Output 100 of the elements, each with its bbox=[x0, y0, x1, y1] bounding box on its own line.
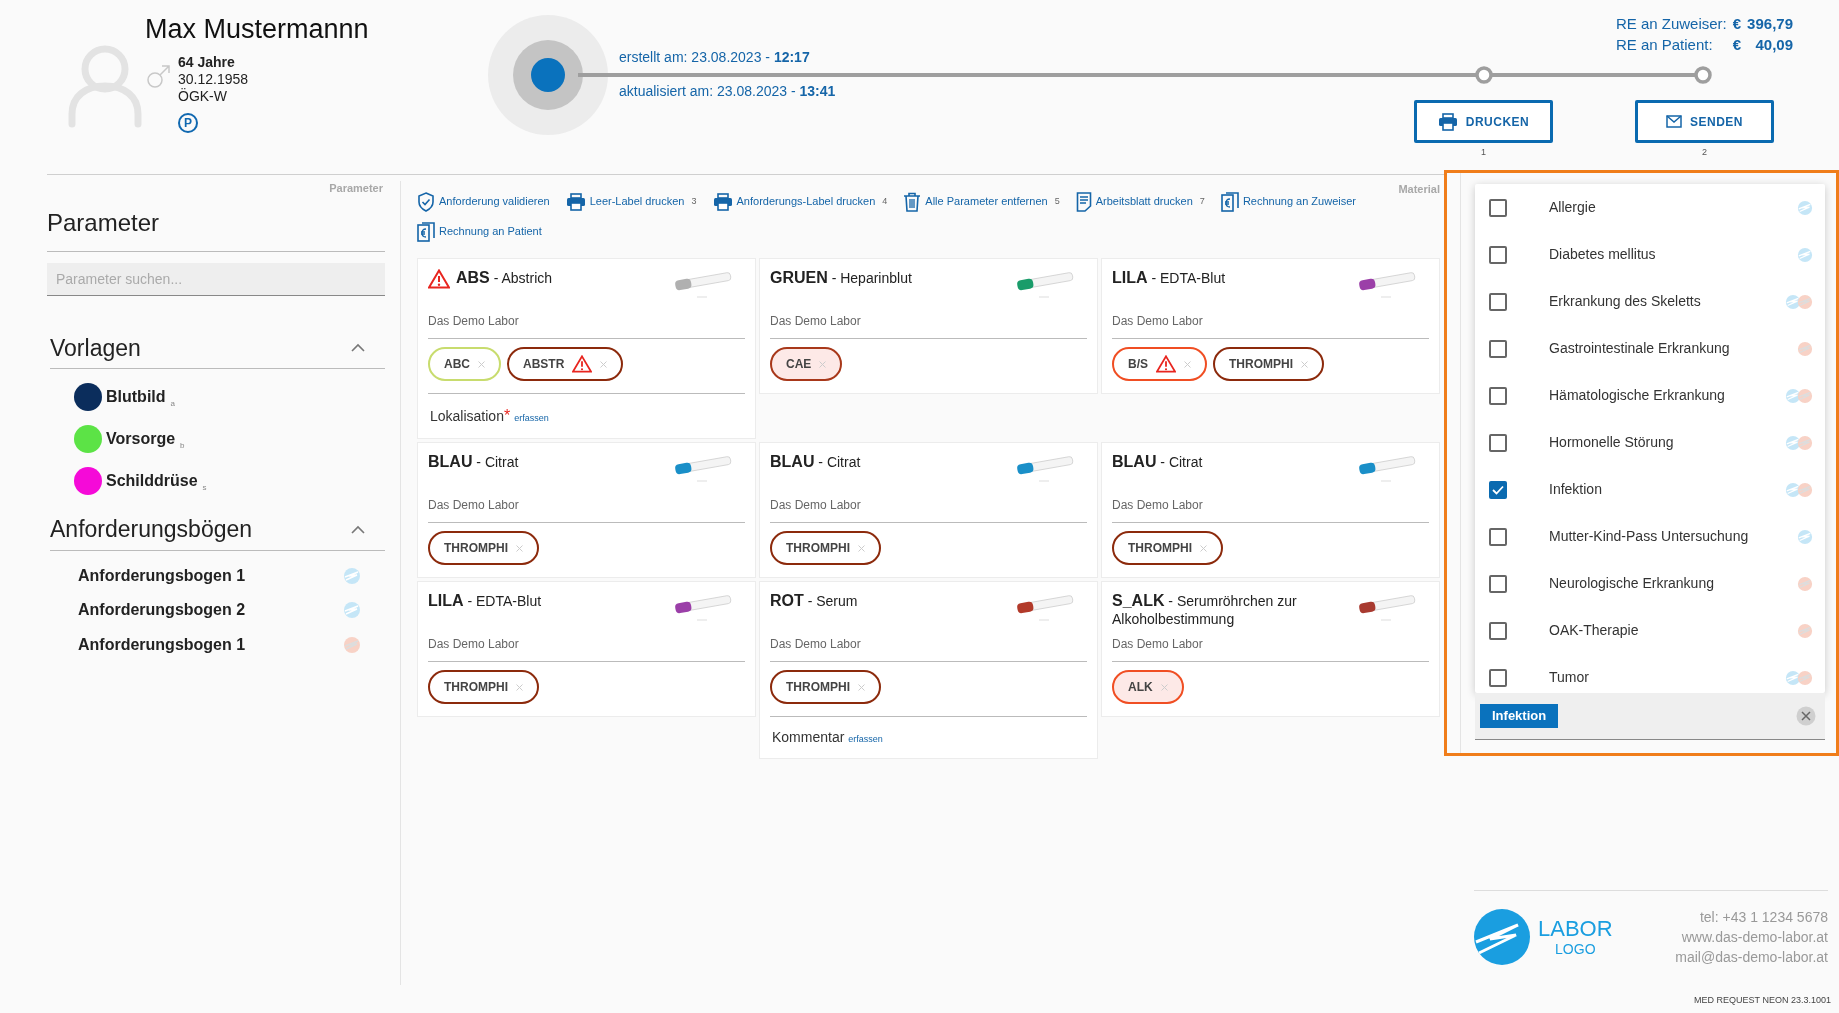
toolbar-button[interactable]: Alle Parameter entfernen 5 bbox=[903, 191, 1060, 212]
chevron-up-icon[interactable] bbox=[351, 343, 365, 353]
checkbox[interactable] bbox=[1489, 527, 1507, 546]
parameter-chip[interactable]: ABSTR bbox=[507, 347, 624, 381]
shortcut-key: b bbox=[180, 440, 185, 452]
option-item[interactable]: Allergie bbox=[1475, 184, 1825, 231]
form-item[interactable]: Anforderungsbogen 1 bbox=[78, 563, 246, 588]
chevron-up-icon[interactable] bbox=[351, 524, 365, 534]
toolbar-button[interactable]: Rechnung an Patient bbox=[417, 221, 542, 242]
template-item[interactable]: Blutbild bbox=[106, 385, 166, 409]
checkbox[interactable] bbox=[1489, 574, 1507, 593]
sample-tube-drawing bbox=[673, 592, 733, 622]
parameter-chip[interactable]: ALK bbox=[1112, 670, 1184, 704]
step-number: 2 bbox=[1702, 146, 1707, 159]
option-item[interactable]: Diabetes mellitus bbox=[1475, 231, 1825, 278]
card-title: BLAU - Citrat bbox=[770, 453, 861, 471]
template-item[interactable]: Schilddrüse bbox=[106, 469, 198, 493]
currency-sign: € bbox=[1732, 35, 1742, 55]
checkbox[interactable] bbox=[1489, 198, 1507, 217]
printer-icon bbox=[712, 192, 733, 211]
selected-chip: Infektion bbox=[1480, 704, 1559, 728]
birth-date: 30.12.1958 bbox=[178, 71, 249, 88]
note-label: Lokalisation bbox=[430, 407, 504, 426]
contact-line: www.das-demo-labor.at bbox=[1681, 928, 1828, 947]
toolbar-button[interactable]: Leer-Label drucken 3 bbox=[565, 191, 697, 212]
parameter-chip[interactable]: THROMPHI bbox=[1112, 531, 1223, 565]
male-icon bbox=[145, 64, 171, 90]
invoice-amount: 40,09 bbox=[1754, 35, 1793, 55]
checkbox[interactable] bbox=[1489, 668, 1507, 687]
section-heading: Anforderungsbögen bbox=[50, 515, 253, 544]
sample-tube-drawing bbox=[673, 453, 733, 483]
template-item[interactable]: Vorsorge bbox=[106, 427, 176, 451]
logo-subtext: LOGO bbox=[1555, 941, 1596, 957]
form-item[interactable]: Anforderungsbogen 1 bbox=[78, 632, 246, 657]
selection-field[interactable]: Infektion bbox=[1475, 693, 1825, 740]
invoice-label: RE an Zuweiser: bbox=[1615, 14, 1727, 34]
lab-name: Das Demo Labor bbox=[428, 312, 745, 339]
checkbox[interactable] bbox=[1489, 433, 1507, 452]
checkbox[interactable] bbox=[1489, 245, 1507, 264]
option-item[interactable]: Neurologische Erkrankung bbox=[1475, 560, 1825, 607]
checkmark-icon bbox=[1492, 484, 1504, 495]
avatar-icon bbox=[68, 44, 142, 128]
required-marker: * bbox=[503, 406, 511, 426]
parameter-chip[interactable]: THROMPHI bbox=[1213, 347, 1324, 381]
panel-title: Parameter bbox=[47, 196, 385, 252]
contact-line: tel: +43 1 1234 5678 bbox=[1699, 908, 1828, 927]
form-item[interactable]: Anforderungsbogen 2 bbox=[78, 598, 246, 623]
option-item[interactable]: Gastrointestinale Erkrankung bbox=[1475, 325, 1825, 372]
step-number: 1 bbox=[1481, 146, 1486, 159]
lab-logo-icon bbox=[1474, 909, 1530, 965]
parameter-chip[interactable]: THROMPHI bbox=[770, 531, 881, 565]
insurance: ÖGK-W bbox=[178, 88, 228, 105]
toolbar-button[interactable]: Anforderung validieren bbox=[417, 191, 550, 212]
lab-name: Das Demo Labor bbox=[1112, 496, 1429, 523]
parameter-chip[interactable]: ABC bbox=[428, 347, 501, 381]
patient-age: 64 Jahre bbox=[178, 54, 236, 71]
toolbar-button[interactable]: Anforderungs-Label drucken 4 bbox=[712, 191, 888, 212]
option-item[interactable]: Hormonelle Störung bbox=[1475, 419, 1825, 466]
parameter-chip[interactable]: THROMPHI bbox=[770, 670, 881, 704]
clear-icon[interactable] bbox=[1796, 706, 1816, 726]
checkbox[interactable] bbox=[1489, 621, 1507, 640]
option-item[interactable]: Infektion bbox=[1475, 466, 1825, 513]
toolbar-button[interactable]: Arbeitsblatt drucken 7 bbox=[1075, 191, 1205, 212]
toolbar-button[interactable]: Rechnung an Zuweiser bbox=[1220, 191, 1356, 212]
option-item[interactable]: Hämatologische Erkrankung bbox=[1475, 372, 1825, 419]
print-button[interactable]: DRUCKEN bbox=[1414, 100, 1553, 143]
shield-check-icon bbox=[417, 191, 435, 212]
updated-date: aktualisiert am: 23.08.2023 - 13:41 bbox=[619, 82, 836, 101]
checkbox[interactable] bbox=[1489, 480, 1507, 499]
capture-link[interactable]: erfassen bbox=[514, 412, 549, 426]
parameter-chip[interactable]: THROMPHI bbox=[428, 531, 539, 565]
lab-name: Das Demo Labor bbox=[1112, 312, 1429, 339]
created-date: erstellt am: 23.08.2023 - 12:17 bbox=[619, 48, 810, 67]
card-title: BLAU - Citrat bbox=[428, 453, 519, 471]
lab-name: Das Demo Labor bbox=[770, 312, 1087, 339]
search-field[interactable]: Parameter suchen... bbox=[47, 262, 385, 296]
parameter-chip[interactable]: CAE bbox=[770, 347, 843, 381]
option-item[interactable]: Tumor bbox=[1475, 654, 1825, 693]
trash-icon bbox=[903, 191, 922, 212]
send-button[interactable]: SENDEN bbox=[1635, 100, 1774, 143]
option-item[interactable]: Mutter-Kind-Pass Untersuchung bbox=[1475, 513, 1825, 560]
sample-tube-drawing bbox=[1015, 592, 1075, 622]
card-title: LILA - EDTA-Blut bbox=[428, 592, 542, 610]
printer-icon bbox=[565, 192, 586, 211]
sample-tube-drawing bbox=[1357, 453, 1417, 483]
invoice-label: RE an Patient: bbox=[1615, 35, 1714, 55]
parameter-chip[interactable]: B/S bbox=[1112, 347, 1207, 381]
checkbox[interactable] bbox=[1489, 292, 1507, 311]
document-icon bbox=[1075, 191, 1092, 212]
invoice-icon bbox=[1220, 191, 1239, 212]
option-item[interactable]: OAK-Therapie bbox=[1475, 607, 1825, 654]
section-label: Material bbox=[1398, 182, 1440, 197]
checkbox[interactable] bbox=[1489, 386, 1507, 405]
shortcut-key: a bbox=[170, 398, 175, 410]
option-item[interactable]: Erkrankung des Skeletts bbox=[1475, 278, 1825, 325]
envelope-icon bbox=[1666, 115, 1682, 128]
capture-link[interactable]: erfassen bbox=[848, 733, 883, 747]
contact-line: mail@das-demo-labor.at bbox=[1675, 948, 1828, 967]
parameter-chip[interactable]: THROMPHI bbox=[428, 670, 539, 704]
checkbox[interactable] bbox=[1489, 339, 1507, 358]
